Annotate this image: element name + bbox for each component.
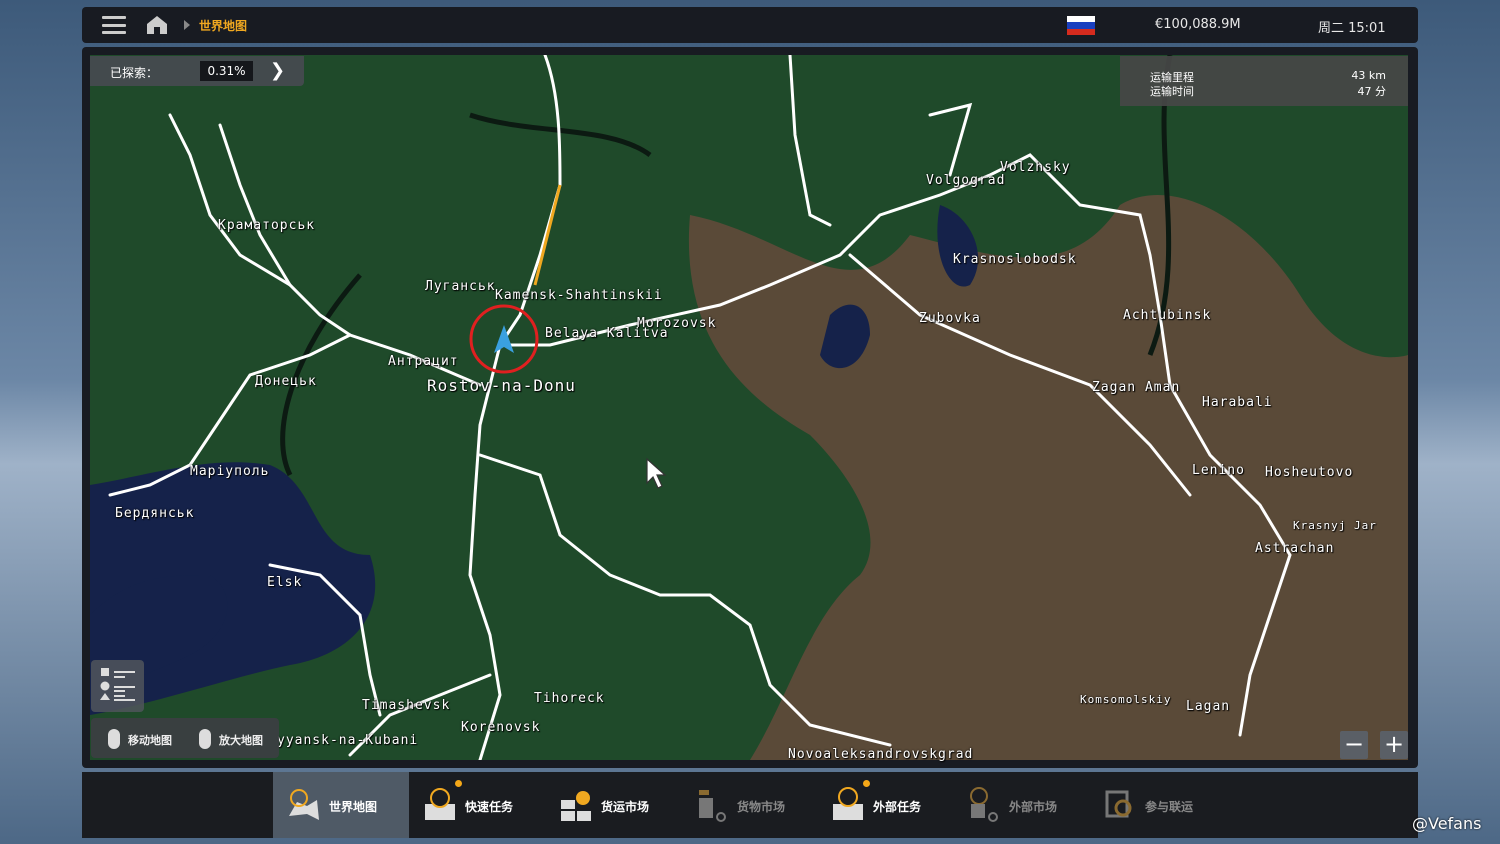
tab-world-map[interactable]: 世界地图 xyxy=(273,772,409,838)
mouse-cursor-icon xyxy=(646,457,667,489)
mouse-left-icon xyxy=(108,729,120,749)
zoom-map-hint: 放大地图 xyxy=(219,734,263,747)
city-label: Elsk xyxy=(267,575,303,590)
money-balance: €100,088.9M xyxy=(1155,17,1241,32)
city-label: Novoaleksandrovskgrad xyxy=(788,747,974,762)
city-label: Zubovka xyxy=(919,311,981,326)
tab-label: 快速任务 xyxy=(465,800,514,814)
city-label: Achtubinsk xyxy=(1123,308,1212,323)
map-legend-button[interactable] xyxy=(91,660,144,712)
tab-external-market[interactable]: 外部市场 xyxy=(953,772,1089,838)
city-label: Краматорськ xyxy=(218,218,316,233)
city-label: Krasnyj Jar xyxy=(1293,519,1377,532)
watermark: @Vefans xyxy=(1412,814,1482,833)
bottom-nav: 世界地图 快速任务 货运市场 货物市场 外部任务 外部市场 参与联运 xyxy=(82,772,1418,838)
world-map-icon xyxy=(289,789,319,820)
tab-label: 参与联运 xyxy=(1145,800,1194,814)
tab-label: 货物市场 xyxy=(737,800,786,814)
country-flag-icon xyxy=(1067,16,1095,35)
explored-panel: 已探索： 0.31% ❯ xyxy=(90,56,304,86)
cargo-market-icon xyxy=(699,790,726,822)
distance-value: 43 km xyxy=(1351,69,1386,82)
city-label: Kamensk-Shahtinskii xyxy=(495,288,663,303)
move-map-hint: 移动地图 xyxy=(128,734,172,747)
city-label: Astrachan xyxy=(1255,541,1335,556)
tab-quick-job[interactable]: 快速任务 xyxy=(409,772,545,838)
city-label: Rostov-na-Donu xyxy=(427,376,576,395)
tab-external-jobs[interactable]: 外部任务 xyxy=(817,772,953,838)
city-label: yyansk-na-Kubani xyxy=(277,733,419,748)
tab-label: 外部市场 xyxy=(1009,800,1058,814)
zoom-out-button[interactable]: − xyxy=(1340,731,1368,759)
tab-freight-market[interactable]: 货运市场 xyxy=(545,772,681,838)
city-label: Krasnoslobodsk xyxy=(953,252,1077,267)
tab-cargo-market[interactable]: 货物市场 xyxy=(681,772,817,838)
city-label: Lagan xyxy=(1186,699,1231,714)
explored-label: 已探索： xyxy=(110,66,159,80)
city-label: Timashevsk xyxy=(362,698,451,713)
tab-label: 货运市场 xyxy=(601,800,650,814)
tab-label: 外部任务 xyxy=(873,800,922,814)
breadcrumb[interactable]: 世界地图 xyxy=(199,17,247,34)
city-label: Маріуполь xyxy=(190,464,270,479)
top-bar: 世界地图 €100,088.9M 周二 15:01 xyxy=(82,7,1418,43)
home-icon[interactable] xyxy=(146,15,168,35)
quick-job-icon xyxy=(425,788,455,820)
city-label: Korenovsk xyxy=(461,720,541,735)
time-value: 47 分 xyxy=(1357,85,1387,98)
city-label: Антрацит xyxy=(388,354,459,369)
game-clock: 周二 15:01 xyxy=(1318,21,1386,36)
explored-value: 0.31% xyxy=(200,61,253,81)
zoom-in-button[interactable]: + xyxy=(1380,731,1408,759)
freight-market-icon xyxy=(561,791,591,821)
route-info-panel: 运输里程 43 km 运输时间 47 分 xyxy=(1120,56,1408,106)
city-label: Бердянськ xyxy=(115,506,195,521)
city-label: Hosheutovo xyxy=(1265,465,1354,480)
external-market-icon xyxy=(970,787,998,822)
chevron-right-icon[interactable]: ❯ xyxy=(270,60,285,81)
tab-label: 世界地图 xyxy=(329,800,378,814)
city-label: Lenino xyxy=(1192,463,1245,478)
city-label: Komsomolskiy xyxy=(1080,693,1172,706)
city-label: Volgograd xyxy=(926,173,1006,188)
controls-hint: 移动地图 放大地图 xyxy=(91,718,279,758)
breadcrumb-arrow-icon xyxy=(184,20,190,30)
menu-icon[interactable] xyxy=(102,16,126,34)
external-jobs-icon xyxy=(833,787,863,820)
time-label: 运输时间 xyxy=(1150,85,1194,98)
city-label: Harabali xyxy=(1202,395,1273,410)
city-label: Донецьк xyxy=(255,374,317,389)
legend-icon xyxy=(100,668,135,701)
city-label: Tihoreck xyxy=(534,691,605,706)
convoy-icon xyxy=(1105,790,1132,818)
city-label: Луганськ xyxy=(425,279,496,294)
city-label: Belaya Kalitva xyxy=(545,326,669,341)
city-label: Zagan Aman xyxy=(1092,380,1181,395)
tab-convoy[interactable]: 参与联运 xyxy=(1089,772,1225,838)
city-label: Volzhsky xyxy=(1000,160,1071,175)
mouse-wheel-icon xyxy=(199,729,211,749)
